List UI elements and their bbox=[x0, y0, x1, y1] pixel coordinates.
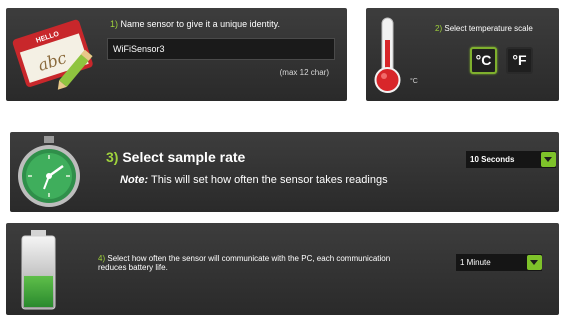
temperature-scale-label: Select temperature scale bbox=[444, 24, 533, 33]
temperature-scale-panel: °C 2) Select temperature scale °C °F bbox=[366, 8, 559, 101]
step-number: 2) bbox=[435, 24, 443, 33]
communication-interval-value: 1 Minute bbox=[460, 258, 491, 267]
dropdown-arrow-icon[interactable] bbox=[527, 255, 542, 270]
communication-interval-label: Select how often the sensor will communi… bbox=[98, 254, 391, 272]
thermometer-unit-label: °C bbox=[410, 78, 418, 85]
fahrenheit-button[interactable]: °F bbox=[506, 47, 533, 74]
note-text: This will set how often the sensor takes… bbox=[150, 174, 388, 186]
communication-interval-select[interactable]: 1 Minute bbox=[456, 254, 542, 271]
sample-rate-panel: 3) Select sample rate Note: This will se… bbox=[10, 132, 559, 212]
step-number: 4) bbox=[98, 254, 106, 263]
sample-rate-title: 3) Select sample rate bbox=[106, 149, 245, 165]
sensor-name-input[interactable]: WiFiSensor3 bbox=[107, 38, 335, 60]
sensor-name-label: Name sensor to give it a unique identity… bbox=[120, 19, 280, 29]
sensor-name-panel: HELLO abc 1) Name sensor to give it a un… bbox=[6, 8, 347, 101]
sensor-name-title: 1) Name sensor to give it a unique ident… bbox=[110, 19, 280, 29]
sample-rate-note: Note: This will set how often the sensor… bbox=[120, 174, 388, 186]
sample-rate-label: Select sample rate bbox=[122, 149, 246, 165]
step-number: 3) bbox=[106, 149, 119, 165]
name-tag-icon: HELLO abc bbox=[12, 19, 93, 90]
battery-icon bbox=[21, 230, 56, 310]
temperature-scale-title: 2) Select temperature scale bbox=[435, 24, 533, 33]
thermometer-icon bbox=[374, 17, 401, 93]
note-label: Note: bbox=[120, 174, 149, 186]
battery-level-fill bbox=[24, 275, 53, 307]
sample-rate-value: 10 Seconds bbox=[470, 155, 515, 164]
step-number: 1) bbox=[110, 19, 119, 29]
communication-interval-panel: 4) Select how often the sensor will comm… bbox=[6, 223, 559, 315]
sensor-name-hint: (max 12 char) bbox=[279, 68, 329, 77]
dropdown-arrow-icon[interactable] bbox=[541, 152, 556, 167]
celsius-button[interactable]: °C bbox=[470, 47, 497, 74]
communication-interval-title: 4) Select how often the sensor will comm… bbox=[98, 254, 398, 272]
stopwatch-icon bbox=[18, 136, 80, 207]
sample-rate-select[interactable]: 10 Seconds bbox=[466, 151, 556, 168]
